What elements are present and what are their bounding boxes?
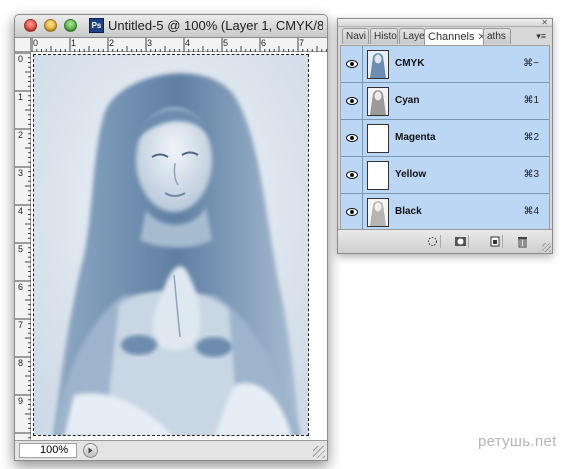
channel-row-black[interactable]: Black ⌘4 [341, 194, 549, 231]
zoom-button[interactable] [64, 19, 77, 32]
channels-panel: ✕ Navi Histo Laye Channels✕ aths ▾≡ CMYK… [337, 18, 553, 254]
channel-thumbnail [367, 87, 389, 116]
statue-thumbnail [368, 199, 388, 226]
photoshop-doc-icon: Ps [89, 18, 104, 33]
channel-shortcut: ⌘~ [523, 58, 539, 69]
panel-drag-bar[interactable]: ✕ [338, 18, 552, 27]
visibility-toggle[interactable] [341, 120, 363, 156]
status-bar: 100% [15, 440, 327, 460]
minimize-button[interactable] [44, 19, 57, 32]
channel-list: CMYK ⌘~ Cyan ⌘1 Magenta ⌘2 Yellow ⌘3 Bla… [340, 45, 550, 231]
panel-footer [338, 229, 552, 253]
statue-image [34, 55, 308, 435]
statue-thumbnail [368, 88, 388, 115]
panel-close-icon[interactable]: ✕ [541, 18, 548, 27]
new-channel-button[interactable] [488, 235, 503, 248]
delete-channel-button[interactable] [516, 235, 530, 248]
watermark-text: ретушь.net [478, 433, 557, 450]
ruler-top-ticks [31, 38, 327, 52]
channel-row-cmyk[interactable]: CMYK ⌘~ [341, 46, 549, 83]
close-button[interactable] [24, 19, 37, 32]
title-bar[interactable]: Ps Untitled-5 @ 100% (Layer 1, CMYK/8) [15, 15, 327, 38]
channel-shortcut: ⌘2 [523, 132, 539, 143]
save-selection-button[interactable] [454, 235, 469, 248]
arrow-right-icon [88, 447, 93, 454]
ruler-origin[interactable] [15, 38, 31, 52]
ruler-left-ticks [15, 52, 31, 439]
tab-paths[interactable]: aths [483, 28, 511, 44]
tab-channels-label: Channels [428, 31, 475, 43]
panel-resize-grip[interactable] [542, 243, 551, 252]
document-title: Untitled-5 @ 100% (Layer 1, CMYK/8) [108, 18, 323, 33]
channel-name: CMYK [395, 58, 425, 69]
channel-row-yellow[interactable]: Yellow ⌘3 [341, 157, 549, 194]
canvas-area[interactable] [31, 52, 327, 440]
channel-row-cyan[interactable]: Cyan ⌘1 [341, 83, 549, 120]
save-selection-icon [455, 237, 466, 246]
channel-thumbnail [367, 124, 389, 153]
horizontal-ruler[interactable]: 0 1 2 3 4 5 6 7 [31, 38, 327, 52]
channel-row-magenta[interactable]: Magenta ⌘2 [341, 120, 549, 157]
resize-grip[interactable] [313, 446, 325, 458]
load-selection-button[interactable] [426, 235, 441, 248]
eye-icon [346, 60, 358, 68]
eye-icon [346, 134, 358, 142]
channel-shortcut: ⌘3 [523, 169, 539, 180]
channel-shortcut: ⌘1 [523, 95, 539, 106]
eye-icon [346, 171, 358, 179]
eye-icon [346, 208, 358, 216]
panel-tabs: Navi Histo Laye Channels✕ aths [342, 28, 548, 45]
channel-shortcut: ⌘4 [523, 206, 539, 217]
visibility-toggle[interactable] [341, 194, 363, 230]
tab-close-icon[interactable]: ✕ [477, 32, 483, 43]
channel-thumbnail [367, 161, 389, 190]
selection-marquee[interactable] [33, 54, 309, 436]
visibility-toggle[interactable] [341, 157, 363, 193]
panel-menu-icon[interactable]: ▾≡ [536, 31, 546, 42]
new-channel-icon [490, 236, 500, 247]
visibility-toggle[interactable] [341, 83, 363, 119]
status-menu-button[interactable] [83, 443, 98, 458]
tab-navigator[interactable]: Navi [342, 28, 369, 44]
channel-thumbnail [367, 198, 389, 227]
tab-history[interactable]: Histo [370, 28, 398, 44]
zoom-level-field[interactable]: 100% [19, 443, 77, 458]
document-window: Ps Untitled-5 @ 100% (Layer 1, CMYK/8) 0… [14, 14, 328, 461]
visibility-toggle[interactable] [341, 46, 363, 82]
eye-icon [346, 97, 358, 105]
channel-name: Cyan [395, 95, 420, 106]
trash-icon [518, 237, 527, 248]
tab-layers[interactable]: Laye [399, 28, 425, 44]
statue-thumbnail [368, 51, 388, 78]
vertical-ruler[interactable]: 0 1 2 3 4 5 6 7 8 9 [15, 52, 31, 440]
tab-channels[interactable]: Channels✕ [424, 28, 484, 45]
channel-name: Magenta [395, 132, 436, 143]
channel-name: Yellow [395, 169, 427, 180]
load-selection-icon [428, 237, 437, 246]
channel-name: Black [395, 206, 422, 217]
channel-thumbnail [367, 50, 389, 79]
